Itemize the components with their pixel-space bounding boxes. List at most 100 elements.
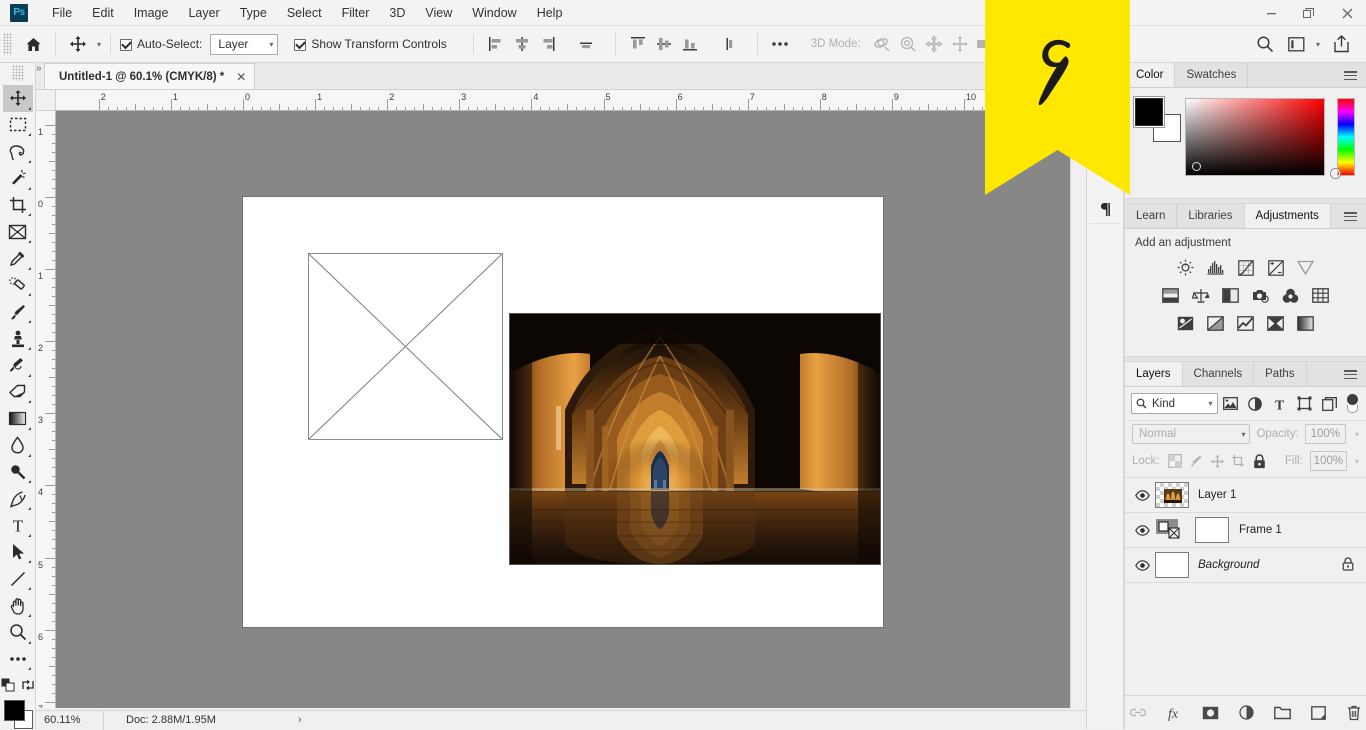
layer-thumbnail[interactable] xyxy=(1155,552,1189,578)
photo-filter-icon[interactable] xyxy=(1251,286,1270,305)
opacity-field[interactable]: 100% xyxy=(1304,424,1346,444)
blend-mode-dropdown[interactable]: Normal ▾ xyxy=(1132,424,1251,444)
new-group-icon[interactable] xyxy=(1271,702,1293,724)
menu-filter[interactable]: Filter xyxy=(332,2,380,24)
orbit-3d-icon[interactable] xyxy=(869,31,895,57)
auto-select-scope-dropdown[interactable]: Layer ▾ xyxy=(210,33,279,55)
tab-libraries[interactable]: Libraries xyxy=(1177,204,1245,228)
tab-learn[interactable]: Learn xyxy=(1125,204,1178,228)
layer-visibility-toggle[interactable] xyxy=(1129,524,1155,536)
menu-3d[interactable]: 3D xyxy=(379,2,415,24)
menu-edit[interactable]: Edit xyxy=(82,2,124,24)
distribute-vertical-icon[interactable] xyxy=(715,31,741,57)
color-balance-icon[interactable] xyxy=(1191,286,1210,305)
opacity-chevron-down-icon[interactable]: ▾ xyxy=(1355,430,1359,439)
new-fill-adjustment-layer-icon[interactable] xyxy=(1235,702,1257,724)
lock-transparent-pixels-icon[interactable] xyxy=(1167,452,1183,471)
selective-color-icon[interactable] xyxy=(1296,314,1315,333)
menu-select[interactable]: Select xyxy=(277,2,332,24)
levels-icon[interactable] xyxy=(1206,258,1225,277)
default-colors-icon[interactable] xyxy=(1,678,15,695)
magic-wand-tool[interactable] xyxy=(3,165,33,192)
zoom-tool[interactable] xyxy=(3,619,33,646)
table-row[interactable]: Background xyxy=(1125,548,1366,583)
black-and-white-icon[interactable] xyxy=(1221,286,1240,305)
channel-mixer-icon[interactable] xyxy=(1281,286,1300,305)
invert-icon[interactable] xyxy=(1176,314,1195,333)
tab-color[interactable]: Color xyxy=(1125,63,1176,87)
delete-layer-icon[interactable] xyxy=(1343,702,1365,724)
threshold-icon[interactable] xyxy=(1236,314,1255,333)
tab-layers[interactable]: Layers xyxy=(1125,362,1183,386)
search-icon[interactable] xyxy=(1252,31,1278,57)
brush-tool[interactable] xyxy=(3,298,33,325)
table-row[interactable]: Layer 1 xyxy=(1125,478,1366,513)
pan-3d-icon[interactable] xyxy=(921,31,947,57)
spot-healing-brush-tool[interactable] xyxy=(3,272,33,299)
distribute-horizontal-icon[interactable] xyxy=(573,31,599,57)
tab-swatches[interactable]: Swatches xyxy=(1175,63,1249,87)
layers-panel-menu-icon[interactable] xyxy=(1340,362,1360,387)
curves-icon[interactable] xyxy=(1236,258,1255,277)
eraser-tool[interactable] xyxy=(3,379,33,406)
tab-channels[interactable]: Channels xyxy=(1182,362,1255,386)
gradient-tool[interactable] xyxy=(3,405,33,432)
lock-image-pixels-icon[interactable] xyxy=(1188,452,1204,471)
frame-tool[interactable] xyxy=(3,218,33,245)
auto-select-checkbox[interactable] xyxy=(120,39,133,51)
edit-toolbar-icon[interactable] xyxy=(3,646,33,673)
ruler-corner[interactable] xyxy=(36,90,56,111)
history-brush-tool[interactable] xyxy=(3,352,33,379)
close-button[interactable] xyxy=(1328,0,1366,26)
type-layers-filter-icon[interactable]: T xyxy=(1269,393,1292,414)
lock-position-icon[interactable] xyxy=(1209,452,1225,471)
posterize-icon[interactable] xyxy=(1206,314,1225,333)
camera-3d-icon[interactable] xyxy=(973,31,999,57)
link-layers-icon[interactable] xyxy=(1127,702,1149,724)
color-lookup-icon[interactable] xyxy=(1311,286,1330,305)
add-layer-mask-icon[interactable] xyxy=(1199,702,1221,724)
saturation-brightness-field[interactable] xyxy=(1185,98,1325,176)
crop-tool[interactable] xyxy=(3,192,33,219)
color-panel-swatches[interactable] xyxy=(1133,96,1181,142)
layer-style-fx-icon[interactable]: fx xyxy=(1163,702,1185,724)
menu-help[interactable]: Help xyxy=(527,2,573,24)
eyedropper-tool[interactable] xyxy=(3,245,33,272)
show-transform-checkbox[interactable] xyxy=(294,39,307,51)
hue-saturation-icon[interactable] xyxy=(1161,286,1180,305)
maximize-restore-button[interactable] xyxy=(1290,0,1328,26)
color-swatches[interactable] xyxy=(2,699,34,730)
saturation-marker[interactable] xyxy=(1192,162,1201,171)
move-tool-icon[interactable] xyxy=(65,31,91,57)
canvas-area[interactable] xyxy=(56,111,1086,708)
paragraph-icon[interactable] xyxy=(1090,196,1120,224)
gothic-vaulted-corridor-photo[interactable] xyxy=(510,314,880,564)
pen-tool[interactable] xyxy=(3,485,33,512)
workspace-chevron-down-icon[interactable]: ▾ xyxy=(1316,40,1320,49)
hue-marker[interactable] xyxy=(1331,169,1340,178)
vibrance-icon[interactable] xyxy=(1296,258,1315,277)
frame-content-thumbnail[interactable] xyxy=(1195,517,1229,543)
layer-visibility-toggle[interactable] xyxy=(1129,559,1155,571)
table-row[interactable]: Frame 1 xyxy=(1125,513,1366,548)
close-icon[interactable]: ✕ xyxy=(236,70,246,84)
menu-layer[interactable]: Layer xyxy=(178,2,229,24)
filter-kind-dropdown[interactable]: Kind ▾ xyxy=(1131,393,1218,414)
slide-3d-icon[interactable] xyxy=(947,31,973,57)
tab-paths[interactable]: Paths xyxy=(1254,362,1307,386)
lasso-tool[interactable] xyxy=(3,138,33,165)
type-tool[interactable]: T xyxy=(3,512,33,539)
options-bar-grip[interactable] xyxy=(3,33,12,55)
move-tool[interactable] xyxy=(2,84,33,112)
exposure-icon[interactable] xyxy=(1266,258,1285,277)
layer-visibility-toggle[interactable] xyxy=(1129,489,1155,501)
align-bottom-edges-icon[interactable] xyxy=(677,31,703,57)
menu-view[interactable]: View xyxy=(415,2,462,24)
menu-type[interactable]: Type xyxy=(230,2,277,24)
adjustments-panel-menu-icon[interactable] xyxy=(1340,204,1360,229)
tool-preset-caret[interactable]: ▾ xyxy=(97,40,101,49)
lock-all-icon[interactable] xyxy=(1252,452,1268,471)
brightness-contrast-icon[interactable] xyxy=(1176,258,1195,277)
more-options-icon[interactable] xyxy=(767,31,793,57)
hue-slider[interactable] xyxy=(1331,98,1355,178)
